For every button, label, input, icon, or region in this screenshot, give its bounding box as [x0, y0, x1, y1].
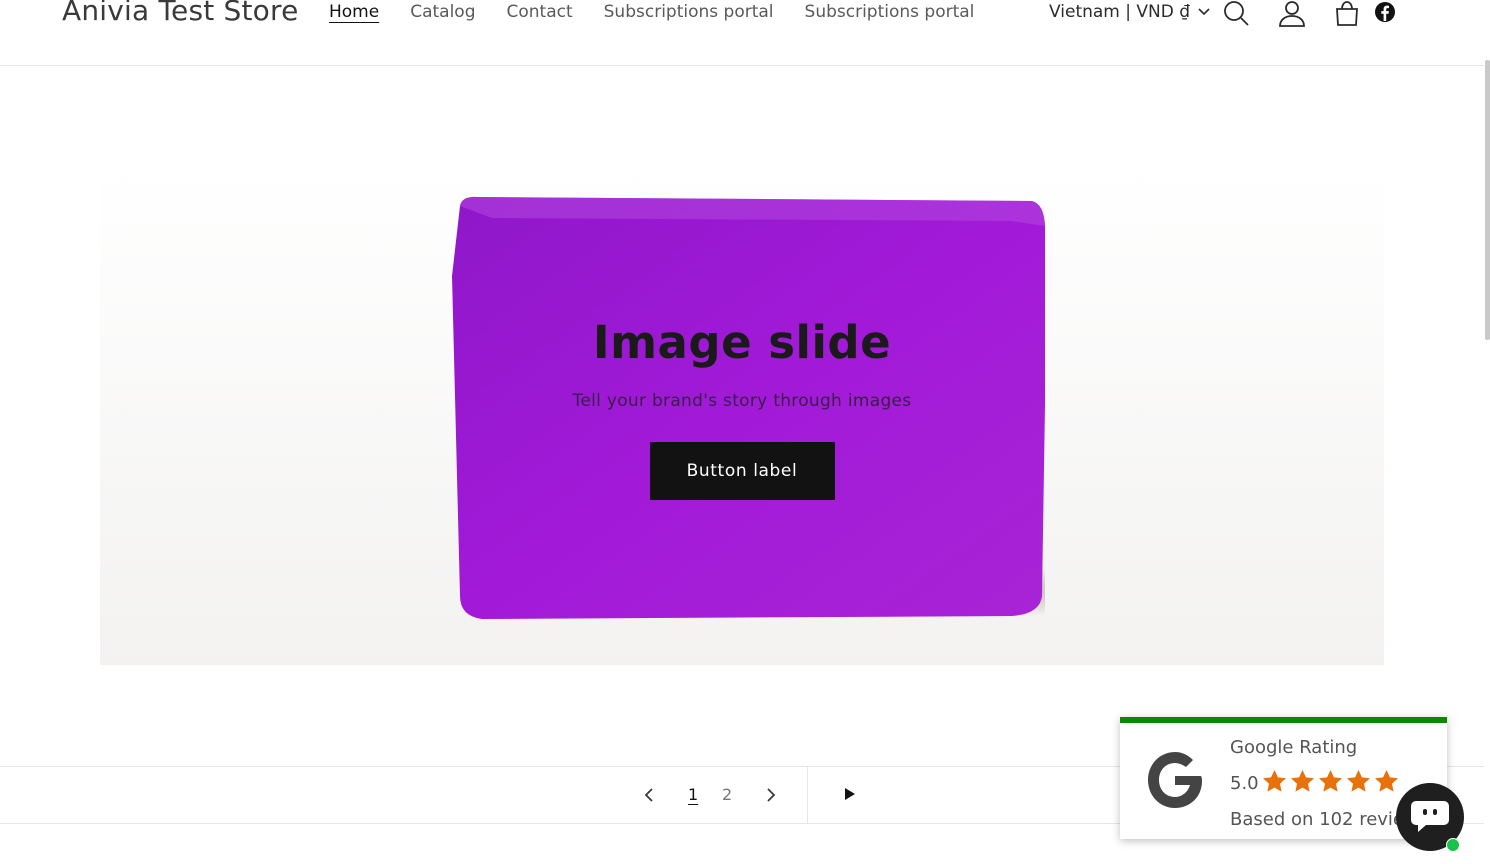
country-currency-selector[interactable]: Vietnam | VND ₫ — [1049, 2, 1210, 22]
play-icon[interactable] — [844, 787, 856, 801]
slide-content: Image slide Tell your brand's story thro… — [100, 316, 1384, 500]
nav-catalog[interactable]: Catalog — [410, 2, 475, 22]
star-icon — [1319, 770, 1342, 792]
rating-score: 5.0 — [1230, 773, 1259, 794]
page-scrollbar[interactable] — [1485, 60, 1490, 340]
nav-home[interactable]: Home — [329, 2, 379, 22]
nav-subscriptions-portal-2[interactable]: Subscriptions portal — [805, 2, 975, 22]
account-icon[interactable] — [1278, 0, 1306, 28]
star-icon — [1375, 770, 1398, 792]
chevron-down-icon — [1198, 8, 1210, 16]
locale-label: Vietnam | VND ₫ — [1049, 2, 1191, 22]
slide-title: Image slide — [592, 316, 892, 369]
nav-subscriptions-portal[interactable]: Subscriptions portal — [604, 2, 774, 22]
store-logo[interactable]: Anivia Test Store — [62, 0, 299, 27]
controls-divider — [807, 767, 808, 823]
star-icon — [1263, 770, 1286, 792]
star-rating — [1262, 769, 1399, 794]
rating-title: Google Rating — [1230, 737, 1358, 758]
search-icon[interactable] — [1222, 0, 1250, 28]
google-g-icon — [1148, 752, 1202, 808]
facebook-icon[interactable] — [1374, 1, 1396, 23]
chevron-left-icon[interactable] — [644, 787, 654, 803]
cart-icon[interactable] — [1333, 0, 1361, 28]
star-icon — [1347, 770, 1370, 792]
site-header: Anivia Test Store Home Catalog Contact S… — [0, 0, 1484, 66]
chevron-right-icon[interactable] — [766, 787, 776, 803]
rating-review-count: Based on 102 reviews — [1230, 809, 1400, 830]
main-nav: Home Catalog Contact Subscriptions porta… — [329, 2, 1005, 22]
slide-subtitle: Tell your brand's story through images — [572, 391, 912, 411]
star-icon — [1291, 770, 1314, 792]
image-slide: Image slide Tell your brand's story thro… — [100, 166, 1384, 665]
nav-contact[interactable]: Contact — [507, 2, 573, 22]
slide-button[interactable]: Button label — [649, 442, 835, 500]
slide-page-1[interactable]: 1 — [688, 785, 698, 804]
chat-bubble-icon — [1411, 801, 1449, 832]
slide-page-2[interactable]: 2 — [722, 785, 732, 804]
online-status-dot — [1446, 838, 1460, 852]
